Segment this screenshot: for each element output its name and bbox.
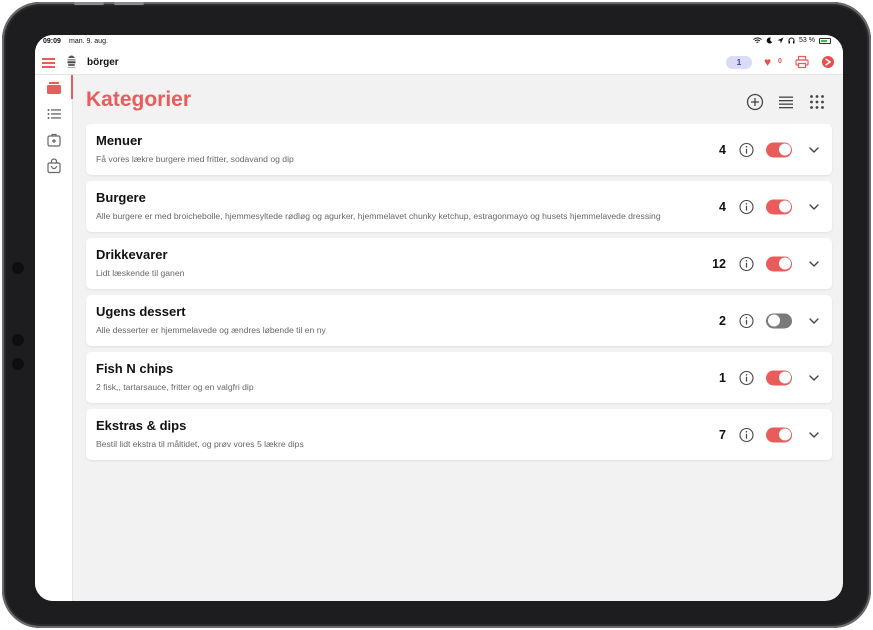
info-icon[interactable] xyxy=(739,370,754,385)
headphones-icon xyxy=(788,37,795,44)
chevron-down-icon[interactable] xyxy=(808,258,820,270)
sensor-dot xyxy=(12,334,24,346)
category-name: Ekstras & dips xyxy=(96,418,187,433)
sensor-dot xyxy=(12,358,24,370)
app-header: börger 1 ♥ 0 xyxy=(35,49,843,75)
toggle-knob xyxy=(778,371,791,384)
moon-icon xyxy=(766,37,773,44)
category-description: Lidt læskende til ganen xyxy=(96,268,185,278)
category-name: Menuer xyxy=(96,133,143,148)
heart-icon[interactable]: ♥ xyxy=(764,55,771,69)
category-description: Få vores lækre burgere med fritter, soda… xyxy=(96,154,294,164)
sidebar-item-shopping-bag[interactable] xyxy=(46,158,62,174)
category-product-count: 12 xyxy=(712,256,726,271)
info-icon[interactable] xyxy=(739,427,754,442)
burger-logo-icon xyxy=(67,55,76,68)
hamburger-menu-icon[interactable] xyxy=(42,58,55,68)
status-bar: 09:09 man. 9. aug. 53 % xyxy=(35,35,843,49)
category-product-count: 2 xyxy=(719,313,726,328)
category-card[interactable]: Ekstras & dips Bestil lidt ekstra til må… xyxy=(86,409,832,460)
category-card[interactable]: Burgere Alle burgere er med broichebolle… xyxy=(86,181,832,232)
category-name: Ugens dessert xyxy=(96,304,186,319)
page-title: Kategorier xyxy=(86,88,192,111)
plus-circle-icon[interactable] xyxy=(746,93,764,111)
battery-icon xyxy=(819,37,831,44)
sidebar-item-list[interactable] xyxy=(46,106,62,122)
category-product-count: 4 xyxy=(719,199,726,214)
category-name: Drikkevarer xyxy=(96,247,168,262)
category-description: Bestil lidt ekstra til måltidet, og prøv… xyxy=(96,439,304,449)
category-visibility-toggle[interactable] xyxy=(766,427,792,442)
status-time: 09:09 xyxy=(43,38,61,45)
category-visibility-toggle[interactable] xyxy=(766,142,792,157)
toggle-knob xyxy=(778,428,791,441)
category-visibility-toggle[interactable] xyxy=(766,313,792,328)
order-count-badge[interactable]: 1 xyxy=(726,56,752,69)
category-name: Fish N chips xyxy=(96,361,174,376)
category-card[interactable]: Menuer Få vores lækre burgere med fritte… xyxy=(86,124,832,175)
category-product-count: 7 xyxy=(719,427,726,442)
category-description: Alle burgere er med broichebolle, hjemme… xyxy=(96,211,661,221)
sidebar-item-add-product[interactable] xyxy=(46,132,62,148)
info-icon[interactable] xyxy=(739,256,754,271)
toggle-knob xyxy=(778,257,791,270)
toggle-knob xyxy=(778,143,791,156)
info-icon[interactable] xyxy=(739,313,754,328)
wifi-icon xyxy=(753,37,762,43)
camera-dot xyxy=(12,262,24,274)
category-visibility-toggle[interactable] xyxy=(766,256,792,271)
toggle-knob xyxy=(778,200,791,213)
app-screen: 09:09 man. 9. aug. 53 % börger 1 ♥ 0 Kat… xyxy=(35,35,843,601)
category-description: Alle desserter er hjemmelavede og ændres… xyxy=(96,325,326,335)
chevron-down-icon[interactable] xyxy=(808,429,820,441)
category-card[interactable]: Fish N chips 2 fisk,, tartarsauce, fritt… xyxy=(86,352,832,403)
category-description: 2 fisk,, tartarsauce, fritter og en valg… xyxy=(96,382,254,392)
category-card[interactable]: Ugens dessert Alle desserter er hjemmela… xyxy=(86,295,832,346)
category-name: Burgere xyxy=(96,190,146,205)
info-icon[interactable] xyxy=(739,199,754,214)
sidebar-item-categories[interactable] xyxy=(46,80,62,96)
category-visibility-toggle[interactable] xyxy=(766,370,792,385)
status-date: man. 9. aug. xyxy=(69,38,108,45)
grid-view-icon[interactable] xyxy=(808,93,826,111)
category-card[interactable]: Drikkevarer Lidt læskende til ganen 12 xyxy=(86,238,832,289)
chevron-down-icon[interactable] xyxy=(808,144,820,156)
chevron-down-icon[interactable] xyxy=(808,372,820,384)
chevron-down-icon[interactable] xyxy=(808,201,820,213)
category-product-count: 4 xyxy=(719,142,726,157)
info-icon[interactable] xyxy=(739,142,754,157)
battery-percent: 53 % xyxy=(799,37,815,44)
category-product-count: 1 xyxy=(719,370,726,385)
main-content: Kategorier Menuer Få vores lækre burgere… xyxy=(73,75,843,601)
favorites-count: 0 xyxy=(778,58,782,65)
chevron-down-icon[interactable] xyxy=(808,315,820,327)
tablet-frame: 09:09 man. 9. aug. 53 % börger 1 ♥ 0 Kat… xyxy=(2,2,871,628)
shop-name: börger xyxy=(87,57,119,68)
sidebar xyxy=(35,75,73,601)
location-icon xyxy=(777,37,784,44)
category-list: Menuer Få vores lækre burgere med fritte… xyxy=(86,124,832,466)
toggle-knob xyxy=(767,314,780,327)
category-visibility-toggle[interactable] xyxy=(766,199,792,214)
status-indicators: 53 % xyxy=(753,37,831,44)
volume-button xyxy=(74,2,104,5)
volume-button xyxy=(114,2,144,5)
power-icon[interactable] xyxy=(821,55,835,69)
printer-icon[interactable] xyxy=(795,55,809,69)
list-view-icon[interactable] xyxy=(777,93,795,111)
